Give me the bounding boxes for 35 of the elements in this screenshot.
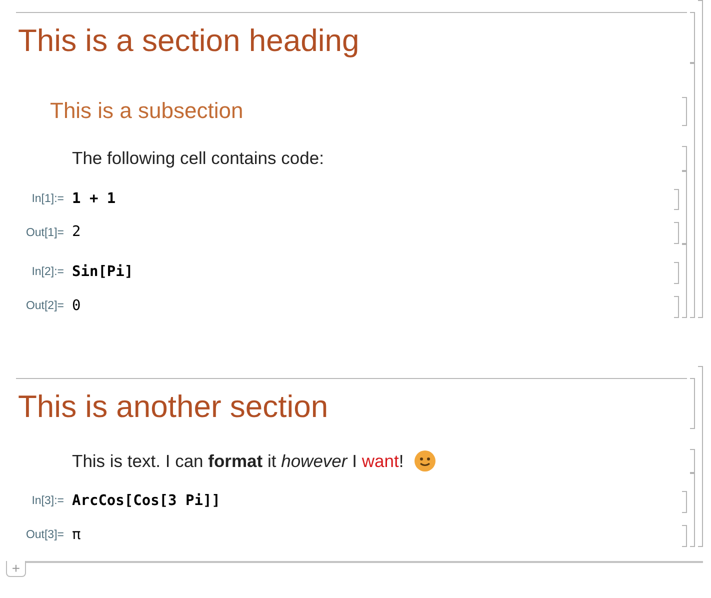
subsection-heading: This is a subsection (50, 97, 244, 125)
text-paragraph: The following cell contains code: (72, 147, 324, 170)
output-label: Out[2]= (24, 299, 65, 314)
input-label: In[3]:= (30, 494, 65, 510)
section-heading: This is a section heading (18, 23, 360, 59)
cell-bracket[interactable] (674, 296, 679, 318)
input-label: In[1]:= (30, 192, 65, 207)
group-bracket[interactable] (682, 170, 687, 244)
cell-bracket[interactable] (674, 222, 679, 244)
cell-bracket[interactable] (682, 146, 687, 170)
section-heading: This is another section (18, 388, 328, 424)
code-input[interactable]: ArcCos[Cos[3 Pi]] (72, 491, 220, 513)
cell-bracket[interactable] (690, 378, 695, 428)
group-bracket[interactable] (698, 0, 703, 318)
cell-bracket[interactable] (690, 448, 695, 473)
output-label: Out[1]= (24, 226, 65, 240)
cell-bracket[interactable] (690, 12, 695, 63)
group-bracket[interactable] (690, 473, 695, 546)
cell-bracket[interactable] (682, 97, 687, 126)
cell-bracket[interactable] (682, 524, 687, 546)
cell-bracket[interactable] (674, 262, 679, 284)
code-input[interactable]: Sin[Pi] (72, 262, 134, 284)
group-bracket[interactable] (682, 244, 687, 318)
cell-bracket[interactable] (674, 188, 679, 210)
output-value: 0 (72, 296, 81, 316)
output-value: π (72, 526, 81, 545)
text-paragraph: This is text. I can format it however I want! (72, 450, 404, 472)
input-label: In[2]:= (30, 265, 65, 280)
group-bracket[interactable] (698, 366, 703, 546)
output-label: Out[3]= (24, 528, 65, 543)
cell-bracket[interactable] (682, 491, 687, 513)
code-input[interactable]: 1 + 1 (72, 188, 116, 210)
smiley-icon (414, 450, 436, 472)
output-value: 2 (72, 223, 81, 242)
group-bracket[interactable] (690, 63, 695, 318)
